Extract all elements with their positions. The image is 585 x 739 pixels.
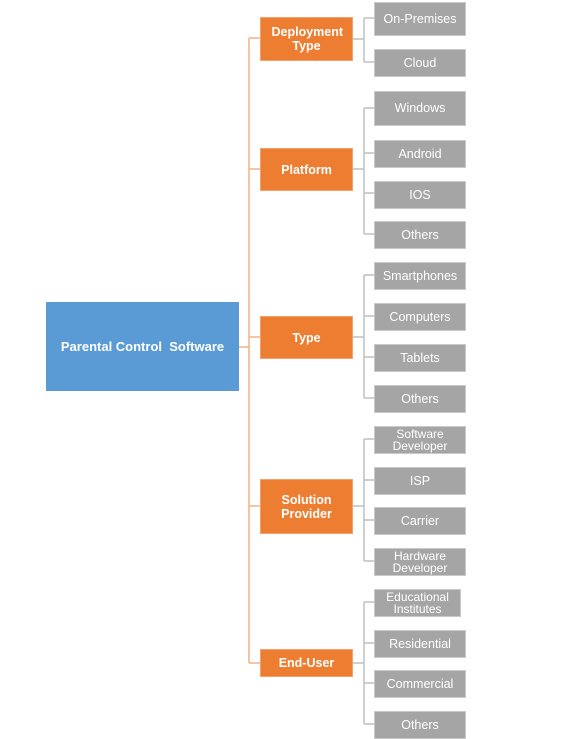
leaf-others: Others xyxy=(374,385,466,413)
leaf-commercial: Commercial xyxy=(374,670,466,698)
category-label: Type xyxy=(292,330,321,345)
leaf-label: On-Premises xyxy=(383,11,457,26)
leaf-isp: ISP xyxy=(374,467,466,495)
leaf-label: Carrier xyxy=(400,513,440,528)
leaf-label: Android xyxy=(398,146,442,161)
leaf-others: Others xyxy=(374,221,466,249)
leaf-android: Android xyxy=(374,140,466,168)
leaf-windows: Windows xyxy=(374,91,466,126)
leaf-label: Software Developer xyxy=(392,427,448,453)
category-label: Solution Provider xyxy=(281,492,332,521)
category-label: End-User xyxy=(278,656,335,670)
category-platform: Platform xyxy=(260,148,353,191)
leaf-educational-institutes: Educational Institutes xyxy=(374,589,461,617)
category-end-user: End-User xyxy=(260,649,353,677)
leaf-label: Commercial xyxy=(386,676,454,691)
category-label: Deployment Type xyxy=(271,25,344,53)
leaf-cloud: Cloud xyxy=(374,49,466,77)
leaf-tablets: Tablets xyxy=(374,344,466,372)
leaf-label: Cloud xyxy=(403,55,437,70)
leaf-label: Hardware Developer xyxy=(392,549,448,575)
category-solution-provider: Solution Provider xyxy=(260,479,353,534)
leaf-label: Smartphones xyxy=(382,268,458,283)
leaf-ios: IOS xyxy=(374,181,466,209)
leaf-computers: Computers xyxy=(374,303,466,331)
leaf-label: Computers xyxy=(389,309,451,324)
leaf-label: Others xyxy=(401,391,439,406)
leaf-label: Others xyxy=(401,227,439,242)
leaf-smartphones: Smartphones xyxy=(374,262,466,290)
category-label: Platform xyxy=(281,162,332,177)
leaf-residential: Residential xyxy=(374,630,466,658)
leaf-label: Residential xyxy=(389,636,451,651)
leaf-label: ISP xyxy=(409,473,431,488)
leaf-carrier: Carrier xyxy=(374,507,466,535)
leaf-others: Others xyxy=(374,711,466,739)
root-label: Parental Control Software xyxy=(60,339,225,354)
leaf-on-premises: On-Premises xyxy=(374,2,466,36)
category-deployment-type: Deployment Type xyxy=(260,17,353,61)
leaf-label: Others xyxy=(401,717,439,732)
category-type: Type xyxy=(260,316,353,359)
root-node: Parental Control Software xyxy=(46,302,239,391)
leaf-label: Windows xyxy=(394,101,446,115)
leaf-hardware-developer: Hardware Developer xyxy=(374,548,466,576)
leaf-label: Educational Institutes xyxy=(386,590,449,616)
leaf-label: IOS xyxy=(409,187,431,202)
leaf-software-developer: Software Developer xyxy=(374,426,466,454)
leaf-label: Tablets xyxy=(400,350,440,365)
